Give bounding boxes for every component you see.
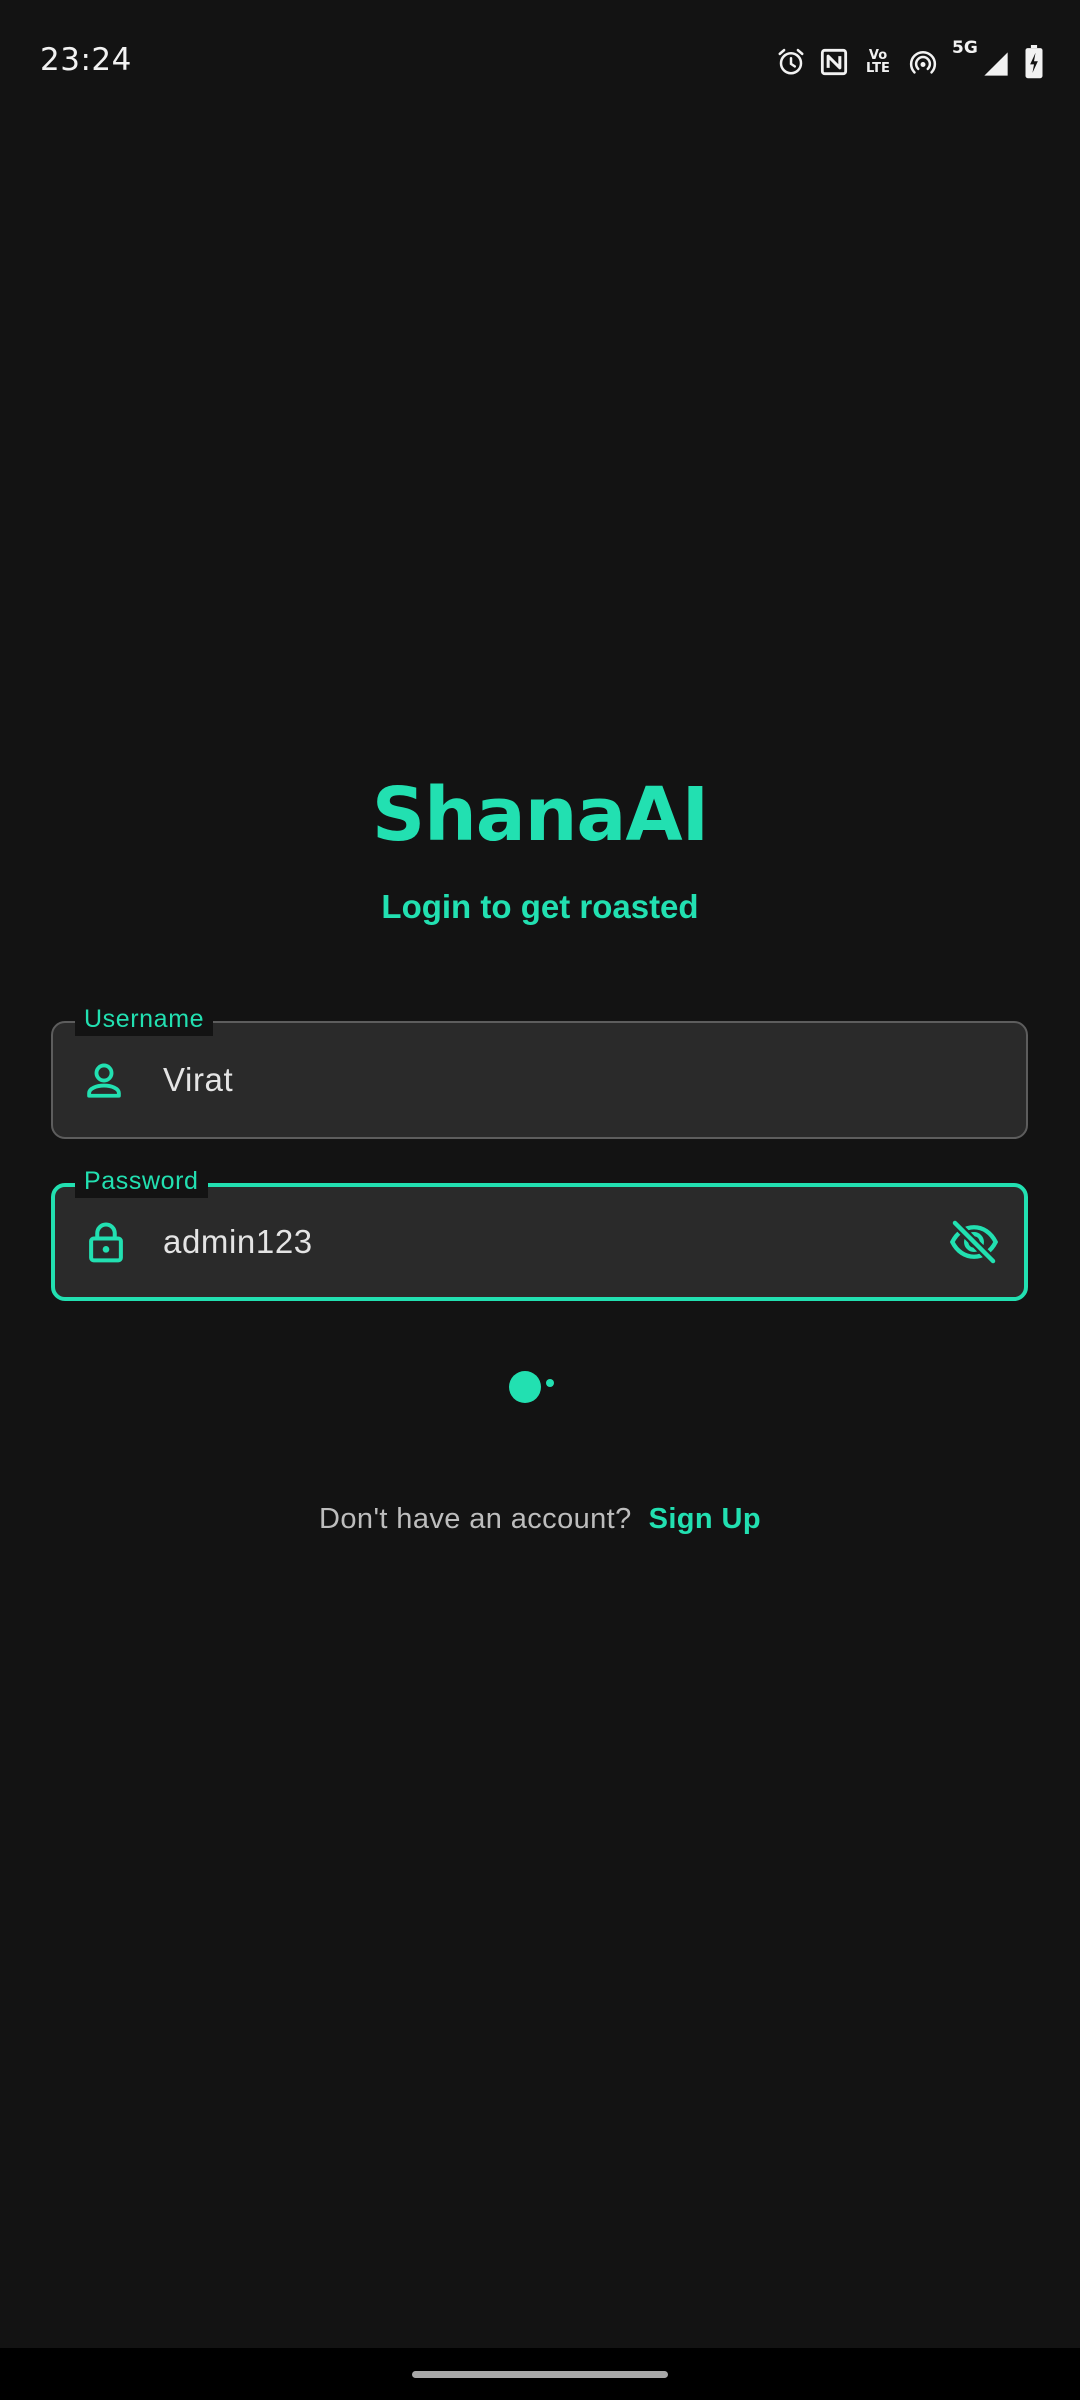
username-field[interactable]: Username Virat <box>51 1002 1028 1139</box>
username-input[interactable]: Virat <box>163 1061 233 1099</box>
signal-icon <box>984 52 1008 76</box>
status-bar: 23:24 Vo LTE 5G <box>0 0 1080 120</box>
loading-indicator <box>509 1371 559 1403</box>
person-icon <box>87 1063 121 1098</box>
navigation-bar <box>0 2348 1080 2400</box>
signup-link[interactable]: Sign Up <box>649 1503 761 1535</box>
alarm-icon <box>778 48 804 75</box>
status-time: 23:24 <box>40 42 132 78</box>
lock-icon <box>89 1222 123 1263</box>
hotspot-icon <box>909 50 937 74</box>
app-title: ShanaAI <box>371 772 709 858</box>
nfc-icon <box>820 48 848 76</box>
password-label: Password <box>75 1164 208 1198</box>
network-indicator: 5G <box>952 40 1010 80</box>
app-subtitle: Login to get roasted <box>381 888 699 925</box>
volte-icon: Vo LTE <box>862 49 894 75</box>
loading-dot-large <box>509 1371 541 1403</box>
username-label: Username <box>75 1002 214 1036</box>
status-icons: Vo LTE 5G <box>776 40 1044 80</box>
loading-dot-small <box>546 1379 554 1387</box>
signup-prompt: Don't have an account? <box>319 1503 632 1535</box>
volte-bottom-text: LTE <box>866 61 890 76</box>
home-indicator[interactable] <box>412 2371 668 2378</box>
password-input[interactable]: admin123 <box>163 1223 313 1261</box>
battery-charging-icon <box>1025 45 1043 79</box>
login-screen: 23:24 Vo LTE 5G ShanaAI Login to get roa… <box>0 0 1080 2400</box>
signup-row: Don't have an account? Sign Up <box>0 1503 1080 1536</box>
5g-icon: 5G <box>952 38 978 58</box>
signup-spacer <box>640 1503 648 1535</box>
visibility-off-icon[interactable] <box>948 1216 1000 1268</box>
password-field[interactable]: Password admin123 <box>51 1164 1028 1301</box>
